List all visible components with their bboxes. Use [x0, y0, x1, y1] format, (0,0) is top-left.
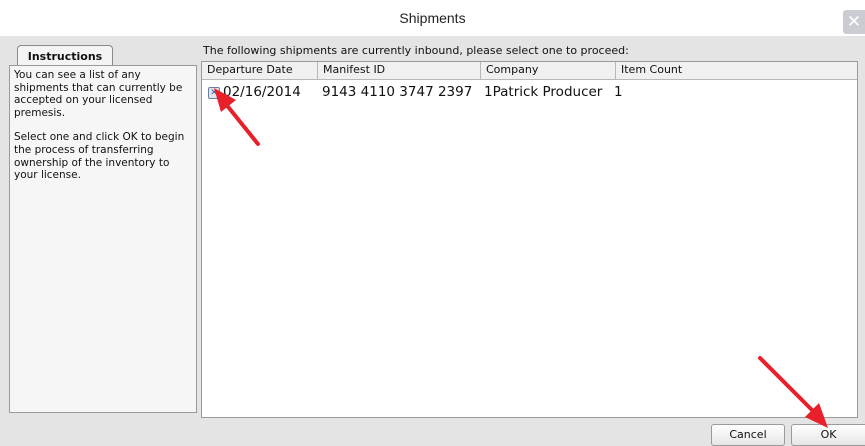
close-button[interactable]: ✕	[843, 10, 865, 34]
shipments-prompt: The following shipments are currently in…	[203, 44, 629, 57]
ok-button[interactable]: OK	[791, 424, 865, 446]
cancel-button[interactable]: Cancel	[711, 424, 785, 446]
shipments-table: Departure Date Manifest ID Company Item …	[201, 61, 858, 418]
column-header-item-count[interactable]: Item Count	[616, 62, 857, 79]
cell-departure-date: 02/16/2014	[223, 84, 301, 100]
title-bar: Shipments ✕	[0, 0, 865, 36]
window-title: Shipments	[399, 10, 466, 26]
column-header-company[interactable]: Company	[481, 62, 616, 79]
column-header-departure-date[interactable]: Departure Date	[202, 62, 318, 79]
table-header: Departure Date Manifest ID Company Item …	[202, 62, 857, 80]
row-select-checkbox[interactable]: ✕	[208, 87, 220, 99]
instructions-paragraph: You can see a list of any shipments that…	[14, 69, 183, 119]
cell-manifest-id: 9143 4110 3747 2397	[322, 84, 473, 100]
instructions-paragraph: Select one and click OK to begin the pro…	[14, 131, 185, 182]
table-row[interactable]: ✕ 02/16/2014 9143 4110 3747 2397 1Patric…	[202, 84, 857, 102]
cell-item-count: 1	[614, 84, 623, 100]
tab-instructions[interactable]: Instructions	[17, 45, 113, 67]
instructions-text: You can see a list of any shipments that…	[14, 69, 194, 194]
instructions-panel: You can see a list of any shipments that…	[9, 65, 197, 413]
cell-company: 1Patrick Producer	[484, 84, 603, 100]
column-header-manifest-id[interactable]: Manifest ID	[318, 62, 481, 79]
checkbox-x-icon: ✕	[210, 88, 218, 98]
close-icon: ✕	[846, 12, 862, 32]
